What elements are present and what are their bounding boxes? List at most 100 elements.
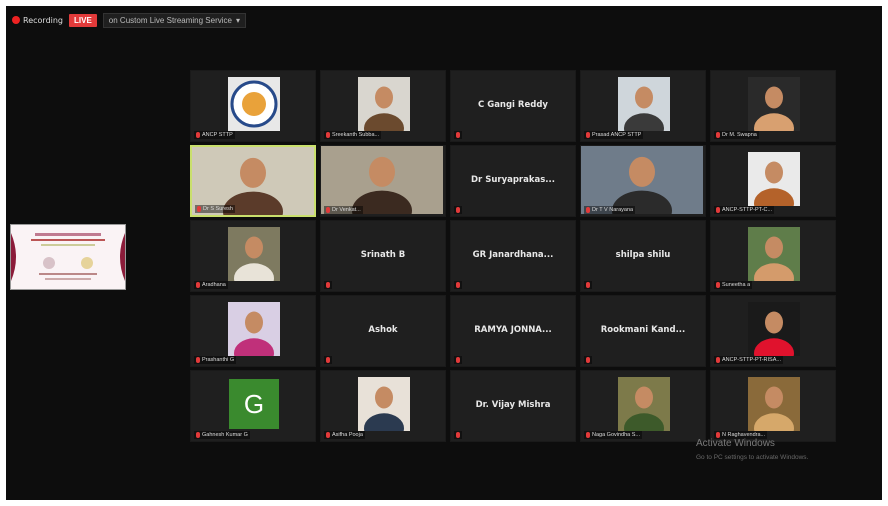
participant-footer xyxy=(454,281,462,289)
mic-muted-icon xyxy=(196,132,200,138)
participant-video xyxy=(358,77,410,131)
participant-label: Asifha Pooja xyxy=(332,432,363,438)
participant-video xyxy=(748,77,800,131)
participant-tile[interactable]: Dr Suryaprakas... xyxy=(450,145,576,217)
recording-indicator[interactable]: Recording xyxy=(12,16,63,25)
participant-tile[interactable]: Dr M. Swapna xyxy=(710,70,836,142)
participant-footer: Dr T V Narayana xyxy=(584,206,636,214)
avatar-initial: G xyxy=(243,388,265,419)
participant-tile[interactable]: Sreekanth Subba... xyxy=(320,70,446,142)
participant-tile[interactable]: Dr S Suresh xyxy=(190,145,316,217)
participant-footer xyxy=(584,281,592,289)
participant-video xyxy=(358,377,410,431)
participant-name: Rookmani Kand... xyxy=(600,325,686,335)
participant-video xyxy=(321,146,443,214)
meeting-toolbar: Recording LIVE on Custom Live Streaming … xyxy=(12,12,246,28)
mic-muted-icon xyxy=(716,207,720,213)
participant-label: ANCP-STTP-PT-C... xyxy=(722,207,773,213)
participant-tile[interactable]: Srinath B xyxy=(320,220,446,292)
participant-tile[interactable]: ANCP-STTP-PT-C... xyxy=(710,145,836,217)
participant-name: shilpa shilu xyxy=(615,250,671,260)
participant-tile[interactable]: shilpa shilu xyxy=(580,220,706,292)
participant-video xyxy=(748,302,800,356)
participant-footer xyxy=(454,356,462,364)
meeting-window: Recording LIVE on Custom Live Streaming … xyxy=(6,6,882,500)
shared-banner-image xyxy=(11,225,125,289)
mic-muted-icon xyxy=(196,357,200,363)
mic-muted-icon xyxy=(326,282,330,288)
participant-tile[interactable]: Dr. Vijay Mishra xyxy=(450,370,576,442)
participant-label: Prasad ANCP STTP xyxy=(592,132,642,138)
participant-footer: ANCP-STTP-PT-RISA... xyxy=(714,356,783,364)
participant-tile[interactable]: Aradhana xyxy=(190,220,316,292)
participant-tile[interactable]: ANCP-STTP-PT-RISA... xyxy=(710,295,836,367)
participant-name: Ashok xyxy=(368,325,398,335)
live-badge[interactable]: LIVE xyxy=(69,13,97,27)
participant-footer: Aradhana xyxy=(194,281,228,289)
participant-name: Dr Suryaprakas... xyxy=(471,175,555,185)
participant-tile[interactable]: Suneetha a xyxy=(710,220,836,292)
participant-footer: ANCP STTP xyxy=(194,131,235,139)
participant-footer: ANCP-STTP-PT-C... xyxy=(714,206,775,214)
mic-muted-icon xyxy=(586,357,590,363)
participant-tile[interactable]: Rookmani Kand... xyxy=(580,295,706,367)
mic-muted-icon xyxy=(586,132,590,138)
participant-video xyxy=(748,227,800,281)
participant-tile[interactable]: Dr T V Narayana xyxy=(580,145,706,217)
mic-muted-icon xyxy=(197,206,201,212)
participant-tile[interactable]: Prashanthi G xyxy=(190,295,316,367)
participant-tile[interactable]: RAMYA JONNA... xyxy=(450,295,576,367)
participant-footer: Naga Govindha S... xyxy=(584,431,643,439)
participant-footer: Dr S Suresh xyxy=(195,205,235,213)
avatar: G xyxy=(229,379,279,429)
participant-footer xyxy=(584,356,592,364)
service-label: on Custom Live Streaming Service xyxy=(108,15,232,25)
participant-name: GR Janardhana... xyxy=(472,250,554,260)
participant-footer: Dr Venkat... xyxy=(324,206,363,214)
participant-footer xyxy=(324,356,332,364)
mic-muted-icon xyxy=(326,132,330,138)
participant-tile[interactable]: Naga Govindha S... xyxy=(580,370,706,442)
mic-muted-icon xyxy=(196,282,200,288)
participant-tile[interactable]: C Gangi Reddy xyxy=(450,70,576,142)
participant-tile[interactable]: G Gahnesh Kumar G xyxy=(190,370,316,442)
participant-video xyxy=(748,377,800,431)
participant-video xyxy=(618,377,670,431)
participant-name: Dr. Vijay Mishra xyxy=(475,400,551,410)
chevron-down-icon: ▾ xyxy=(235,15,240,25)
participant-video xyxy=(228,302,280,356)
participant-footer: Prashanthi G xyxy=(194,356,237,364)
participant-name: C Gangi Reddy xyxy=(478,100,548,110)
participant-tile[interactable]: N Raghavendra... xyxy=(710,370,836,442)
participant-video xyxy=(228,227,280,281)
participant-tile[interactable]: Prasad ANCP STTP xyxy=(580,70,706,142)
participant-label: Naga Govindha S... xyxy=(592,432,641,438)
participant-footer: Prasad ANCP STTP xyxy=(584,131,644,139)
streaming-service-dropdown[interactable]: on Custom Live Streaming Service ▾ xyxy=(102,12,246,28)
mic-muted-icon xyxy=(326,207,330,213)
participant-footer xyxy=(454,431,462,439)
windows-activation-title: Activate Windows xyxy=(696,438,775,449)
participant-footer: Dr M. Swapna xyxy=(714,131,759,139)
shared-screen-thumbnail[interactable] xyxy=(10,224,126,290)
participant-footer: Sreekanth Subba... xyxy=(324,131,382,139)
participant-tile[interactable]: ANCP STTP xyxy=(190,70,316,142)
mic-muted-icon xyxy=(456,282,460,288)
mic-muted-icon xyxy=(586,432,590,438)
mic-muted-icon xyxy=(456,132,460,138)
participant-label: Prashanthi G xyxy=(202,357,235,363)
windows-activation-hint: Go to PC settings to activate Windows. xyxy=(696,454,809,461)
participant-label: Sreekanth Subba... xyxy=(332,132,380,138)
participant-tile[interactable]: Asifha Pooja xyxy=(320,370,446,442)
participant-label: ANCP STTP xyxy=(202,132,233,138)
mic-muted-icon xyxy=(716,357,720,363)
participant-tile[interactable]: Ashok xyxy=(320,295,446,367)
institution-logo xyxy=(228,77,280,131)
mic-muted-icon xyxy=(716,282,720,288)
participant-footer: Suneetha a xyxy=(714,281,753,289)
recording-label: Recording xyxy=(23,15,64,25)
participant-tile[interactable]: GR Janardhana... xyxy=(450,220,576,292)
participant-tile[interactable]: Dr Venkat... xyxy=(320,145,446,217)
participant-label: Dr M. Swapna xyxy=(722,132,757,138)
participant-label: Suneetha a xyxy=(722,282,751,288)
